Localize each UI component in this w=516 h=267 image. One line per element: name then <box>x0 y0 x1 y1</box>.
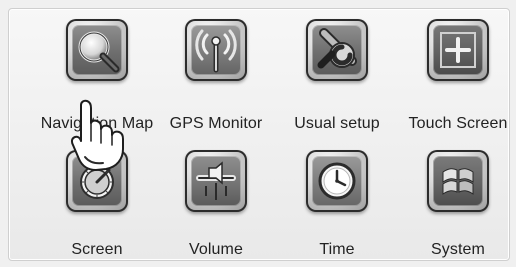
menu-item-touch-screen[interactable]: Touch Screen <box>398 9 516 132</box>
magnifier-icon <box>66 19 128 81</box>
antenna-icon <box>185 19 247 81</box>
menu-item-usual-setup[interactable]: Usual setup <box>277 9 397 132</box>
menu-item-label: Screen <box>71 241 123 258</box>
menu-item-system[interactable]: System <box>398 140 516 258</box>
volume-slider-icon <box>185 150 247 212</box>
menu-item-navigation-map[interactable]: Navigation Map <box>37 9 157 132</box>
menu-item-label: Touch Screen <box>408 115 508 132</box>
menu-item-label: Navigation Map <box>40 115 154 132</box>
wrench-icon <box>306 19 368 81</box>
menu-item-label: GPS Monitor <box>169 115 263 132</box>
windows-logo-icon <box>427 150 489 212</box>
clock-icon <box>306 150 368 212</box>
menu-item-volume[interactable]: Volume <box>156 140 276 258</box>
touch-crosshair-icon <box>427 19 489 81</box>
settings-menu-screen: Navigation Map GPS Monitor Usual setup T… <box>8 8 510 261</box>
menu-item-label: Usual setup <box>294 115 380 132</box>
menu-item-label: System <box>431 241 485 258</box>
menu-item-time[interactable]: Time <box>277 140 397 258</box>
brightness-dial-icon <box>66 150 128 212</box>
menu-item-label: Time <box>319 241 355 258</box>
menu-item-gps-monitor[interactable]: GPS Monitor <box>156 9 276 132</box>
menu-item-label: Volume <box>189 241 243 258</box>
menu-item-screen[interactable]: Screen <box>37 140 157 258</box>
